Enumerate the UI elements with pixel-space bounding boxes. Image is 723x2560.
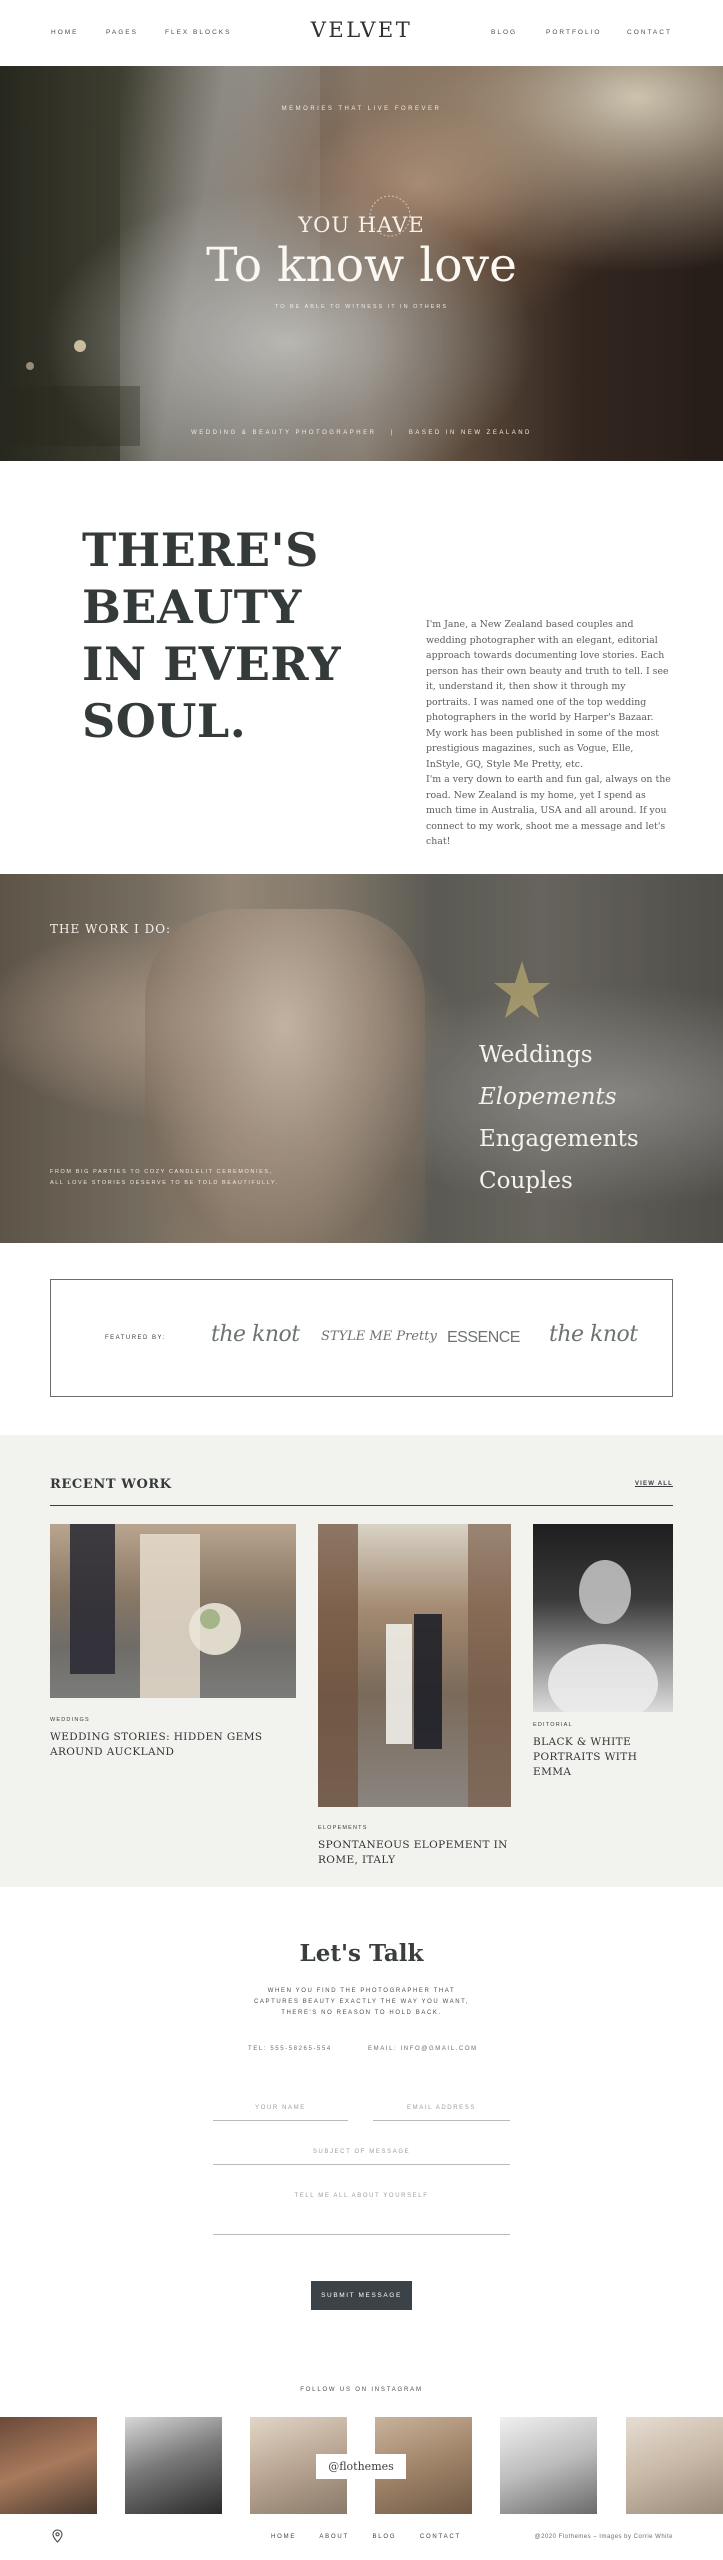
instagram-handle[interactable]: @flothemes (316, 2454, 406, 2479)
intro-heading-line: THERE'S (82, 523, 319, 577)
top-nav: HOME PAGES FLEX BLOCKS VELVET BLOG PORTF… (0, 0, 723, 66)
hero-footer-right: BASED IN NEW ZEALAND (408, 430, 532, 436)
intro-body: I'm Jane, a New Zealand based couples an… (426, 617, 671, 850)
intro-paragraph: I'm a very down to earth and fun gal, al… (426, 774, 671, 847)
service-weddings-link[interactable]: Weddings (479, 1034, 639, 1076)
card-title[interactable]: BLACK & WHITE PORTRAITS WITH EMMA (533, 1735, 678, 1780)
contact-title: Let's Talk (299, 1940, 424, 1967)
street-graphic (318, 1524, 511, 1807)
nav-blog[interactable]: BLOG (491, 29, 517, 36)
intro-heading-line: BEAUTY (82, 580, 302, 634)
instagram-photo[interactable] (500, 2417, 597, 2514)
hero-title: To know love (206, 238, 517, 293)
work-footer-line: FROM BIG PARTIES TO COZY CANDLELIT CEREM… (50, 1169, 273, 1175)
footer-nav: HOME ABOUT BLOG CONTACT (271, 2534, 481, 2540)
intro-heading-line: IN EVERY (82, 637, 342, 691)
service-couples-link[interactable]: Couples (479, 1160, 639, 1202)
contact-subtitle: WHEN YOU FIND THE PHOTOGRAPHER THAT CAPT… (0, 1986, 723, 2019)
work-section: THE WORK I DO: Weddings Elopements Engag… (0, 874, 723, 1243)
submit-message-button[interactable]: SUBMIT MESSAGE (311, 2281, 412, 2310)
page: HOME PAGES FLEX BLOCKS VELVET BLOG PORTF… (0, 0, 723, 2560)
name-field[interactable]: YOUR NAME (213, 2105, 348, 2121)
card-category: ELOPEMENTS (318, 1825, 368, 1831)
brand-logo[interactable]: VELVET (0, 18, 723, 42)
contact-subtitle-line: WHEN YOU FIND THE PHOTOGRAPHER THAT (267, 1988, 456, 1994)
featured-by-box: FEATURED BY: the knot STYLE ME Pretty ES… (50, 1279, 673, 1397)
footer-link-blog[interactable]: BLOG (372, 2534, 396, 2540)
star-decoration (494, 961, 550, 1018)
hero-footer-left: WEDDING & BEAUTY PHOTOGRAPHER (191, 430, 377, 436)
service-elopements-link[interactable]: Elopements (479, 1076, 639, 1118)
press-logo-essence: ESSENCE (447, 1329, 520, 1346)
footer-link-about[interactable]: ABOUT (319, 2534, 349, 2540)
hero-pre-title: YOU HAVE (298, 213, 425, 237)
contact-subtitle-line: THERE'S NO REASON TO HOLD BACK. (281, 2010, 442, 2016)
hero-footer-separator: | (390, 430, 395, 436)
work-footer: FROM BIG PARTIES TO COZY CANDLELIT CEREM… (50, 1167, 279, 1189)
press-logo-the-knot: the knot (211, 1322, 300, 1347)
featured-label: FEATURED BY: (105, 1335, 166, 1341)
intro-paragraph: I'm Jane, a New Zealand based couples an… (426, 619, 669, 770)
portrait-graphic (548, 1560, 658, 1724)
instagram-photo[interactable] (0, 2417, 97, 2514)
hero-kicker: MEMORIES THAT LIVE FOREVER (281, 106, 442, 112)
card-photo-bw-portrait[interactable] (533, 1524, 673, 1724)
recent-work-title: RECENT WORK (50, 1477, 172, 1492)
press-logo-style-me-pretty: STYLE ME Pretty (321, 1329, 437, 1344)
email-field-placeholder: EMAIL ADDRESS (407, 2105, 476, 2111)
instagram-photo[interactable] (125, 2417, 222, 2514)
email-field[interactable]: EMAIL ADDRESS (373, 2105, 510, 2121)
view-all-link[interactable]: VIEW ALL (635, 1481, 673, 1487)
subject-field[interactable]: SUBJECT OF MESSAGE (213, 2149, 510, 2165)
footer-link-contact[interactable]: CONTACT (420, 2534, 461, 2540)
card-photo-rome-street[interactable] (318, 1524, 511, 1807)
hero-subtitle: TO BE ABLE TO WITNESS IT IN OTHERS (274, 304, 449, 310)
card-category: EDITORIAL (533, 1722, 573, 1728)
recent-work-section: RECENT WORK VIEW ALL WEDDINGS WEDDING ST… (0, 1435, 723, 1887)
hero-section: MEMORIES THAT LIVE FOREVER YOU HAVE To k… (0, 66, 723, 461)
nav-contact[interactable]: CONTACT (627, 29, 672, 36)
intro-heading-line: SOUL. (82, 694, 247, 748)
hero-lights-decoration (0, 340, 140, 446)
message-field-placeholder: TELL ME ALL ABOUT YOURSELF (294, 2193, 429, 2199)
hero-footer: WEDDING & BEAUTY PHOTOGRAPHER | BASED IN… (0, 430, 723, 436)
footer-link-home[interactable]: HOME (271, 2534, 296, 2540)
nav-portfolio[interactable]: PORTFOLIO (546, 29, 601, 36)
contact-subtitle-line: CAPTURES BEAUTY EXACTLY THE WAY YOU WANT… (253, 1999, 470, 2005)
card-title[interactable]: SPONTANEOUS ELOPEMENT IN ROME, ITALY (318, 1838, 518, 1868)
instagram-photo[interactable] (626, 2417, 723, 2514)
card-category: WEDDINGS (50, 1717, 90, 1723)
card-photo-couple-walking[interactable] (50, 1524, 296, 1698)
instagram-label: FOLLOW US ON INSTAGRAM (300, 2387, 423, 2393)
location-pin-icon (52, 2529, 63, 2543)
bouquet-graphic (70, 1524, 241, 1698)
work-title: THE WORK I DO: (50, 922, 172, 936)
work-footer-line: ALL LOVE STORIES DESERVE TO BE TOLD BEAU… (50, 1180, 279, 1186)
intro-heading: THERE'S BEAUTY IN EVERY SOUL. (82, 522, 362, 750)
subject-field-placeholder: SUBJECT OF MESSAGE (312, 2149, 411, 2155)
services-list: Weddings Elopements Engagements Couples (479, 1034, 639, 1202)
contact-phone[interactable]: TEL: 555-58265-554 (248, 2046, 332, 2052)
footer-copyright: @2020 Flothemes – Images by Corrie White (534, 2534, 673, 2540)
service-engagements-link[interactable]: Engagements (479, 1118, 639, 1160)
name-field-placeholder: YOUR NAME (255, 2105, 306, 2111)
section-divider (50, 1505, 673, 1506)
contact-email[interactable]: EMAIL: INFO@GMAIL.COM (368, 2046, 478, 2052)
press-logo-the-knot: the knot (549, 1322, 638, 1347)
card-title[interactable]: WEDDING STORIES: HIDDEN GEMS AROUND AUCK… (50, 1730, 300, 1760)
message-field[interactable]: TELL ME ALL ABOUT YOURSELF (213, 2193, 510, 2235)
